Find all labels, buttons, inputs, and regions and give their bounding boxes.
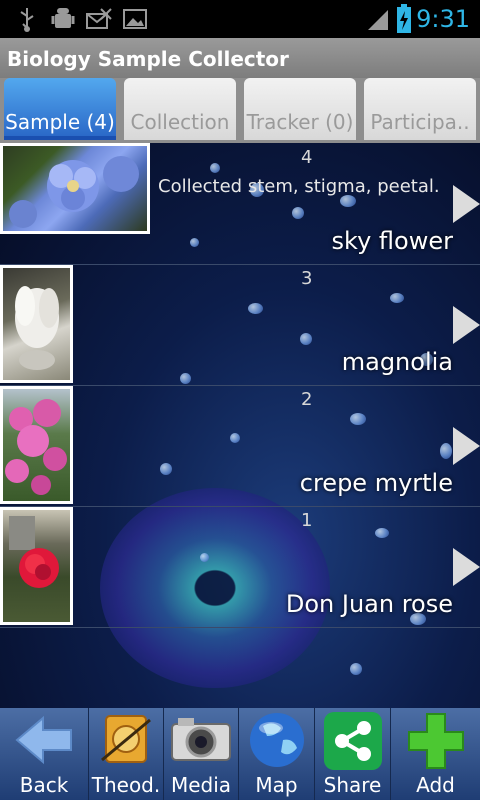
bottom-toolbar: Back Theod. Media Map Share Add bbox=[0, 708, 480, 800]
crepe-myrtle-photo bbox=[5, 399, 67, 495]
map-label: Map bbox=[255, 773, 298, 797]
sample-list: 4 Collected stem, stigma, peetal. sky fl… bbox=[0, 143, 480, 708]
signal-icon bbox=[368, 10, 388, 30]
sample-thumbnail[interactable] bbox=[0, 143, 150, 234]
plus-icon bbox=[407, 713, 464, 769]
sample-name: crepe myrtle bbox=[299, 469, 453, 497]
tab-bar: Sample (4) Collection Tracker (0) Partic… bbox=[0, 78, 480, 143]
tab-collection[interactable]: Collection bbox=[124, 78, 236, 140]
android-debug-icon bbox=[51, 8, 75, 28]
tab-sample[interactable]: Sample (4) bbox=[4, 78, 116, 140]
rose-photo bbox=[9, 516, 59, 588]
globe-icon bbox=[249, 713, 304, 767]
chevron-right-icon[interactable] bbox=[453, 548, 480, 586]
list-item[interactable]: 2 crepe myrtle bbox=[0, 385, 480, 507]
theodolite-label: Theod. bbox=[91, 773, 161, 797]
sample-thumbnail[interactable] bbox=[0, 265, 73, 383]
battery-charging-icon bbox=[397, 4, 411, 33]
image-icon bbox=[123, 9, 147, 29]
tab-participants[interactable]: Participa.. bbox=[364, 78, 476, 140]
theodolite-button[interactable]: Theod. bbox=[89, 708, 164, 800]
list-item[interactable]: 1 Don Juan rose bbox=[0, 506, 480, 628]
background-bubble bbox=[350, 663, 362, 675]
share-label: Share bbox=[323, 773, 382, 797]
usb-icon bbox=[20, 8, 34, 32]
list-item[interactable]: 3 magnolia bbox=[0, 264, 480, 386]
media-button[interactable]: Media bbox=[164, 708, 239, 800]
back-arrow-icon bbox=[15, 715, 72, 765]
camera-icon bbox=[171, 718, 231, 761]
sample-name: Don Juan rose bbox=[285, 590, 453, 618]
tab-tracker[interactable]: Tracker (0) bbox=[244, 78, 356, 140]
sample-number: 1 bbox=[301, 510, 313, 531]
clock: 9:31 bbox=[416, 5, 470, 33]
missed-message-icon bbox=[86, 8, 112, 29]
back-button[interactable]: Back bbox=[0, 708, 89, 800]
share-button[interactable]: Share bbox=[315, 708, 391, 800]
media-label: Media bbox=[170, 773, 232, 797]
chevron-right-icon[interactable] bbox=[453, 306, 480, 344]
sample-thumbnail[interactable] bbox=[0, 386, 73, 504]
sample-description: Collected stem, stigma, peetal. bbox=[158, 176, 440, 197]
add-button[interactable]: Add bbox=[391, 708, 480, 800]
back-label: Back bbox=[19, 773, 69, 797]
share-icon bbox=[323, 712, 382, 770]
status-bar: 9:31 bbox=[0, 0, 480, 38]
sample-number: 3 bbox=[301, 268, 313, 289]
theodolite-icon bbox=[101, 715, 151, 763]
chevron-right-icon[interactable] bbox=[453, 427, 480, 465]
list-item[interactable]: 4 Collected stem, stigma, peetal. sky fl… bbox=[0, 143, 480, 265]
sample-name: magnolia bbox=[341, 348, 453, 376]
sample-number: 4 bbox=[301, 147, 313, 168]
add-label: Add bbox=[416, 773, 455, 797]
flower-photo bbox=[9, 156, 139, 228]
page-title: Biology Sample Collector bbox=[7, 47, 289, 71]
title-bar: Biology Sample Collector bbox=[0, 38, 480, 78]
magnolia-photo bbox=[15, 286, 59, 370]
map-button[interactable]: Map bbox=[239, 708, 315, 800]
sample-name: sky flower bbox=[331, 227, 453, 255]
sample-number: 2 bbox=[301, 389, 313, 410]
chevron-right-icon[interactable] bbox=[453, 185, 480, 223]
sample-thumbnail[interactable] bbox=[0, 507, 73, 625]
